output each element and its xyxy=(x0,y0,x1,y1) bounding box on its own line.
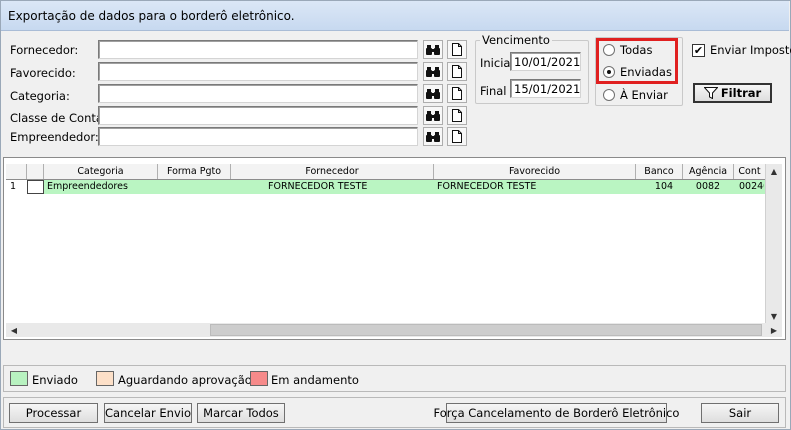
search-fornecedor-button[interactable] xyxy=(423,40,443,59)
legend-swatch-aguardando xyxy=(96,371,114,386)
vertical-scrollbar[interactable]: ▲ ▼ xyxy=(765,164,782,323)
row-number: 1 xyxy=(6,180,27,194)
cell-fornecedor: FORNECEDOR TESTE xyxy=(268,181,368,192)
grid-header-favorecido[interactable]: Favorecido xyxy=(434,164,636,179)
document-icon xyxy=(452,87,462,100)
binoculars-icon xyxy=(426,88,440,99)
binoculars-icon xyxy=(426,110,440,121)
empreendedor-input[interactable] xyxy=(98,127,418,146)
legend-label-aguardando: Aguardando aprovação xyxy=(118,373,252,387)
cell-banco: 104 xyxy=(654,181,674,192)
vencimento-title: Vencimento xyxy=(480,33,552,47)
cancelar-envio-button[interactable]: Cancelar Envio xyxy=(104,403,192,423)
legend-swatch-andamento xyxy=(250,371,268,386)
search-categoria-button[interactable] xyxy=(423,84,443,103)
scroll-thumb[interactable] xyxy=(210,324,762,336)
scroll-down-icon[interactable]: ▼ xyxy=(766,309,782,323)
forca-cancelamento-button[interactable]: Força Cancelamento de Borderô Eletrônico xyxy=(434,403,679,423)
categoria-label: Categoria: xyxy=(10,89,70,103)
grid-header-check[interactable] xyxy=(27,164,44,179)
grid-header-categoria[interactable]: Categoria xyxy=(44,164,158,179)
new-empreendedor-button[interactable] xyxy=(447,127,467,146)
table-row[interactable]: 1 Empreendedores FORNECEDOR TESTE FORNEC… xyxy=(6,180,765,194)
highlight-box xyxy=(596,38,678,84)
cell-agencia: 0082 xyxy=(695,181,721,192)
grid-header-forma-pgto[interactable]: Forma Pgto xyxy=(158,164,231,179)
binoculars-icon xyxy=(426,66,440,77)
binoculars-icon xyxy=(426,44,440,55)
enviar-imposto-label: Enviar Imposto xyxy=(710,43,791,57)
fornecedor-input[interactable] xyxy=(98,40,418,59)
sair-button[interactable]: Sair xyxy=(701,403,779,423)
funnel-icon xyxy=(703,87,718,99)
classe-conta-label: Classe de Conta: xyxy=(10,111,107,125)
fornecedor-label: Fornecedor: xyxy=(10,43,79,57)
document-icon xyxy=(452,109,462,122)
grid-header-num[interactable] xyxy=(6,164,27,179)
grid-header: Categoria Forma Pgto Fornecedor Favoreci… xyxy=(6,164,765,180)
row-check[interactable] xyxy=(27,180,44,194)
title-bar: Exportação de dados para o borderô eletr… xyxy=(1,1,789,31)
search-favorecido-button[interactable] xyxy=(423,62,443,81)
window-title: Exportação de dados para o borderô eletr… xyxy=(8,9,295,23)
cell-forma-pgto xyxy=(158,180,231,194)
enviar-imposto-box[interactable]: ✔ xyxy=(692,43,705,57)
grid-header-fornecedor[interactable]: Fornecedor xyxy=(231,164,434,179)
radio-a-enviar-label: À Enviar xyxy=(620,88,668,102)
new-fornecedor-button[interactable] xyxy=(447,40,467,59)
final-date-input[interactable]: 15/01/2021 xyxy=(510,79,581,98)
marcar-todos-button[interactable]: Marcar Todos xyxy=(197,403,285,423)
inicial-date-input[interactable]: 10/01/2021 xyxy=(510,52,581,71)
cell-conta: 002406 xyxy=(739,181,764,192)
categoria-input[interactable] xyxy=(98,84,418,103)
final-label: Final xyxy=(480,84,507,98)
new-favorecido-button[interactable] xyxy=(447,62,467,81)
radio-a-enviar-circle[interactable] xyxy=(603,89,615,101)
cell-categoria: Empreendedores xyxy=(47,181,128,192)
filtrar-label: Filtrar xyxy=(720,86,762,100)
processar-button[interactable]: Processar xyxy=(9,403,98,423)
binoculars-icon xyxy=(426,131,440,142)
legend-label-enviado: Enviado xyxy=(32,373,78,387)
document-icon xyxy=(452,130,462,143)
grid-header-conta[interactable]: Cont xyxy=(734,164,765,179)
search-empreendedor-button[interactable] xyxy=(423,127,443,146)
new-classe-conta-button[interactable] xyxy=(447,106,467,125)
favorecido-input[interactable] xyxy=(98,62,418,81)
cell-favorecido: FORNECEDOR TESTE xyxy=(437,181,537,192)
empreendedor-label: Empreendedor: xyxy=(10,130,99,144)
filtrar-button[interactable]: Filtrar xyxy=(693,83,772,103)
inicial-label: Inicial xyxy=(480,56,514,70)
radio-a-enviar[interactable]: À Enviar xyxy=(603,88,668,102)
legend-swatch-enviado xyxy=(10,371,28,386)
horizontal-scrollbar[interactable]: ◀ ▶ xyxy=(6,323,782,337)
new-categoria-button[interactable] xyxy=(447,84,467,103)
legend-label-andamento: Em andamento xyxy=(271,373,359,387)
document-icon xyxy=(452,65,462,78)
scroll-right-icon[interactable]: ▶ xyxy=(766,323,782,337)
favorecido-label: Favorecido: xyxy=(10,66,76,80)
scroll-left-icon[interactable]: ◀ xyxy=(6,323,22,337)
grid-header-agencia[interactable]: Agência xyxy=(683,164,734,179)
document-icon xyxy=(452,43,462,56)
scroll-up-icon[interactable]: ▲ xyxy=(766,164,782,178)
search-classe-conta-button[interactable] xyxy=(423,106,443,125)
grid-header-banco[interactable]: Banco xyxy=(636,164,683,179)
enviar-imposto-checkbox[interactable]: ✔ Enviar Imposto xyxy=(692,43,791,57)
classe-conta-input[interactable] xyxy=(98,106,418,125)
